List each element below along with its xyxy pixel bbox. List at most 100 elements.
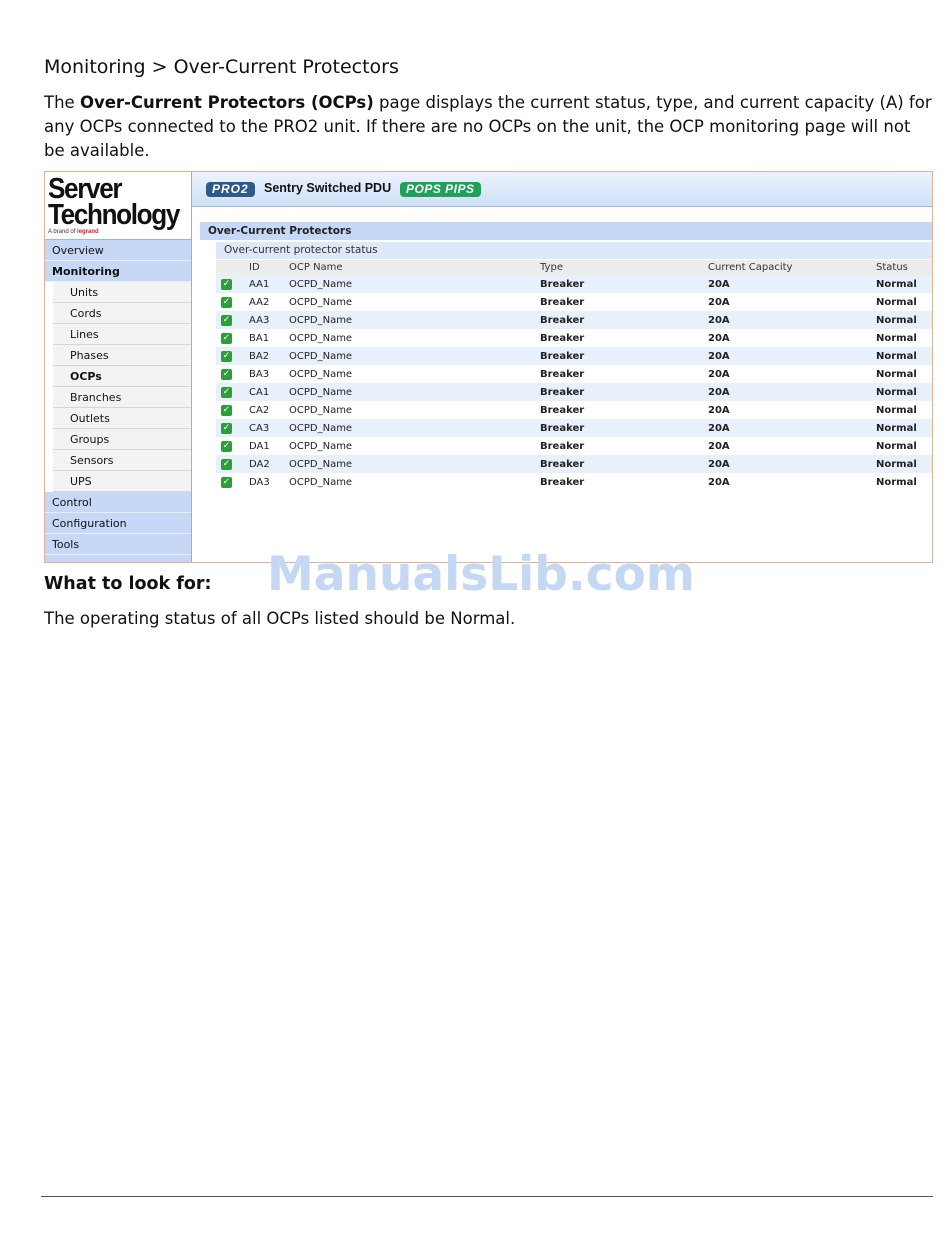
cell-type: Breaker — [540, 293, 708, 311]
row-status-check-icon: ✓ — [216, 275, 249, 293]
cell-capacity: 20A — [708, 383, 876, 401]
cell-type: Breaker — [540, 275, 708, 293]
nav-sub-lines[interactable]: Lines — [53, 324, 191, 345]
nav-sub-ocps[interactable]: OCPs — [53, 366, 191, 387]
cell-id: AA2 — [249, 293, 289, 311]
cell-ocp-name: OCPD_Name — [289, 293, 540, 311]
col-type: Type — [540, 260, 708, 275]
col-status: Status — [876, 260, 932, 275]
pdu-screenshot: Server Technology A brand of legrand Ove… — [44, 171, 933, 563]
table-row: ✓ DA3 OCPD_Name Breaker 20A Normal — [216, 473, 932, 491]
table-row: ✓ BA1 OCPD_Name Breaker 20A Normal — [216, 329, 932, 347]
ocp-table: ID OCP Name Type Current Capacity Status… — [216, 260, 932, 491]
cell-id: AA1 — [249, 275, 289, 293]
cell-status: Normal — [876, 401, 932, 419]
checkmark-icon: ✓ — [221, 333, 232, 344]
row-status-check-icon: ✓ — [216, 473, 249, 491]
checkmark-icon: ✓ — [221, 441, 232, 452]
nav-sub-sensors[interactable]: Sensors — [53, 450, 191, 471]
table-body: ✓ AA1 OCPD_Name Breaker 20A Normal ✓ AA2 OCPD_Na… — [216, 275, 932, 491]
server-technology-logo: Server Technology A brand of legrand — [45, 172, 191, 240]
cell-capacity: 20A — [708, 329, 876, 347]
table-row: ✓ AA2 OCPD_Name Breaker 20A Normal — [216, 293, 932, 311]
row-status-check-icon: ✓ — [216, 455, 249, 473]
cell-type: Breaker — [540, 437, 708, 455]
nav-sub-groups[interactable]: Groups — [53, 429, 191, 450]
table-row: ✓ AA1 OCPD_Name Breaker 20A Normal — [216, 275, 932, 293]
section-title: Over-Current Protectors — [200, 222, 932, 240]
cell-capacity: 20A — [708, 401, 876, 419]
nav-overview[interactable]: Overview — [45, 240, 191, 261]
checkmark-icon: ✓ — [221, 459, 232, 470]
look-for-text: The operating status of all OCPs listed … — [44, 609, 516, 628]
cell-capacity: 20A — [708, 365, 876, 383]
cell-capacity: 20A — [708, 437, 876, 455]
cell-id: BA1 — [249, 329, 289, 347]
cell-ocp-name: OCPD_Name — [289, 275, 540, 293]
col-current-capacity: Current Capacity — [708, 260, 876, 275]
nav-sub-phases[interactable]: Phases — [53, 345, 191, 366]
cell-type: Breaker — [540, 329, 708, 347]
checkmark-icon: ✓ — [221, 423, 232, 434]
cell-ocp-name: OCPD_Name — [289, 329, 540, 347]
checkmark-icon: ✓ — [221, 477, 232, 488]
nav-configuration[interactable]: Configuration — [45, 513, 191, 534]
cell-type: Breaker — [540, 347, 708, 365]
look-for-heading: What to look for: — [44, 574, 212, 594]
cell-capacity: 20A — [708, 455, 876, 473]
table-row: ✓ BA2 OCPD_Name Breaker 20A Normal — [216, 347, 932, 365]
table-header-row: ID OCP Name Type Current Capacity Status — [216, 260, 932, 275]
row-status-check-icon: ✓ — [216, 365, 249, 383]
cell-capacity: 20A — [708, 473, 876, 491]
table-row: ✓ CA2 OCPD_Name Breaker 20A Normal — [216, 401, 932, 419]
table-row: ✓ CA3 OCPD_Name Breaker 20A Normal — [216, 419, 932, 437]
nav-sub-units[interactable]: Units — [53, 282, 191, 303]
cell-capacity: 20A — [708, 293, 876, 311]
page-heading: Monitoring > Over-Current Protectors — [44, 56, 399, 78]
checkmark-icon: ✓ — [221, 315, 232, 326]
checkmark-icon: ✓ — [221, 279, 232, 290]
section-subtitle: Over-current protector status — [216, 242, 932, 259]
cell-id: CA1 — [249, 383, 289, 401]
cell-status: Normal — [876, 365, 932, 383]
intro-paragraph: The Over-Current Protectors (OCPs) page … — [44, 91, 934, 163]
table-row: ✓ CA1 OCPD_Name Breaker 20A Normal — [216, 383, 932, 401]
cell-type: Breaker — [540, 365, 708, 383]
cell-type: Breaker — [540, 311, 708, 329]
cell-capacity: 20A — [708, 311, 876, 329]
sidebar-fill — [45, 555, 191, 562]
nav-tools[interactable]: Tools — [45, 534, 191, 555]
cell-id: CA2 — [249, 401, 289, 419]
cell-status: Normal — [876, 383, 932, 401]
cell-id: BA3 — [249, 365, 289, 383]
cell-ocp-name: OCPD_Name — [289, 455, 540, 473]
banner-title: Sentry Switched PDU — [264, 181, 392, 195]
row-status-check-icon: ✓ — [216, 383, 249, 401]
watermark: ManualsLib.com — [267, 547, 695, 602]
nav-sub-cords[interactable]: Cords — [53, 303, 191, 324]
cell-id: AA3 — [249, 311, 289, 329]
checkmark-icon: ✓ — [221, 369, 232, 380]
cell-ocp-name: OCPD_Name — [289, 419, 540, 437]
nav-monitoring[interactable]: Monitoring — [45, 261, 191, 282]
cell-status: Normal — [876, 437, 932, 455]
product-banner: PRO2 Sentry Switched PDU POPS PIPS — [192, 172, 932, 207]
cell-status: Normal — [876, 347, 932, 365]
cell-capacity: 20A — [708, 275, 876, 293]
sidebar: Server Technology A brand of legrand Ove… — [45, 172, 192, 562]
nav-sub-ups[interactable]: UPS — [53, 471, 191, 492]
nav-sub-outlets[interactable]: Outlets — [53, 408, 191, 429]
nav-sub-branches[interactable]: Branches — [53, 387, 191, 408]
col-check — [216, 260, 249, 275]
row-status-check-icon: ✓ — [216, 437, 249, 455]
cell-status: Normal — [876, 329, 932, 347]
row-status-check-icon: ✓ — [216, 293, 249, 311]
cell-status: Normal — [876, 293, 932, 311]
cell-type: Breaker — [540, 401, 708, 419]
checkmark-icon: ✓ — [221, 387, 232, 398]
nav-control[interactable]: Control — [45, 492, 191, 513]
row-status-check-icon: ✓ — [216, 311, 249, 329]
cell-type: Breaker — [540, 455, 708, 473]
table-row: ✓ AA3 OCPD_Name Breaker 20A Normal — [216, 311, 932, 329]
table-row: ✓ BA3 OCPD_Name Breaker 20A Normal — [216, 365, 932, 383]
